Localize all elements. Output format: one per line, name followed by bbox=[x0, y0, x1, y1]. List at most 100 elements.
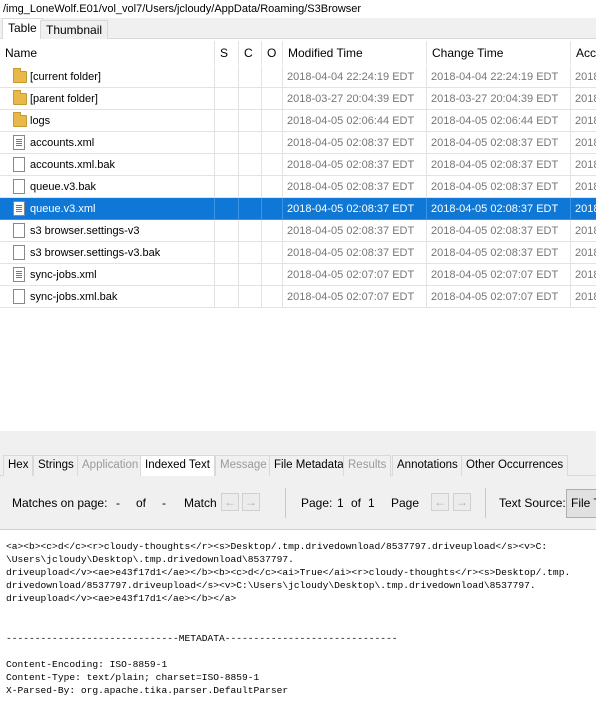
page-label: Page: bbox=[301, 496, 333, 510]
table-row[interactable]: queue.v3.bak 2018-04-05 02:08:37 EDT 2018-… bbox=[0, 176, 596, 198]
table-row[interactable]: accounts.xml 2018-04-05 02:08:37 EDT 2018-… bbox=[0, 132, 596, 154]
toolbar-separator bbox=[485, 488, 486, 518]
modified-time-cell: 2018-04-05 02:07:07 EDT bbox=[283, 264, 427, 286]
c-cell bbox=[239, 264, 262, 286]
o-cell bbox=[262, 132, 283, 154]
s-cell bbox=[215, 286, 239, 308]
c-cell bbox=[239, 220, 262, 242]
tab-hex[interactable]: Hex bbox=[3, 455, 34, 476]
next-match-arrow-icon[interactable]: → bbox=[242, 493, 260, 511]
column-header-s[interactable]: S bbox=[215, 41, 239, 65]
c-cell bbox=[239, 242, 262, 264]
column-header-access-time[interactable]: Access bbox=[571, 41, 596, 65]
match-toolbar: Matches on page: - of - Match ← → Page: … bbox=[0, 476, 596, 530]
page-current-value: 1 bbox=[337, 496, 344, 510]
page-of-label: of bbox=[351, 496, 362, 510]
c-cell bbox=[239, 132, 262, 154]
tab-table[interactable]: Table bbox=[2, 18, 43, 39]
column-header-name[interactable]: Name bbox=[0, 41, 215, 65]
table-row[interactable]: accounts.xml.bak 2018-04-05 02:08:37 EDT 2… bbox=[0, 154, 596, 176]
access-time-cell: 2018 bbox=[571, 220, 596, 242]
change-time-cell: 2018-04-05 02:08:37 EDT bbox=[427, 198, 571, 220]
change-time-cell: 2018-03-27 20:04:39 EDT bbox=[427, 88, 571, 110]
table-row[interactable]: sync-jobs.xml.bak 2018-04-05 02:07:07 EDT… bbox=[0, 286, 596, 308]
file-name-label: s3 browser.settings-v3 bbox=[30, 225, 140, 237]
column-header-c[interactable]: C bbox=[239, 41, 262, 65]
text-source-dropdown[interactable]: File Text bbox=[566, 489, 596, 518]
modified-time-cell: 2018-04-05 02:08:37 EDT bbox=[283, 176, 427, 198]
tab-file-metadata[interactable]: File Metadata bbox=[269, 455, 349, 476]
name-cell[interactable]: sync-jobs.xml.bak bbox=[0, 286, 215, 308]
s-cell bbox=[215, 132, 239, 154]
s-cell bbox=[215, 198, 239, 220]
column-header-change-time[interactable]: Change Time bbox=[427, 41, 571, 65]
o-cell bbox=[262, 88, 283, 110]
name-cell[interactable]: s3 browser.settings-v3 bbox=[0, 220, 215, 242]
column-header-modified-time[interactable]: Modified Time bbox=[283, 41, 427, 65]
s-cell bbox=[215, 66, 239, 88]
access-time-cell: 2018 bbox=[571, 242, 596, 264]
tab-other-occurrences[interactable]: Other Occurrences bbox=[461, 455, 569, 476]
toolbar-separator bbox=[285, 488, 286, 518]
access-time-cell: 2018 bbox=[571, 66, 596, 88]
change-time-cell: 2018-04-05 02:06:44 EDT bbox=[427, 110, 571, 132]
text-file-icon bbox=[13, 267, 25, 282]
file-name-label: queue.v3.bak bbox=[30, 181, 97, 193]
table-row[interactable]: logs 2018-04-05 02:06:44 EDT 2018-04-05 02… bbox=[0, 110, 596, 132]
text-file-icon bbox=[13, 135, 25, 150]
folder-icon bbox=[13, 68, 27, 83]
tab-strings[interactable]: Strings bbox=[33, 455, 79, 476]
name-cell[interactable]: sync-jobs.xml bbox=[0, 264, 215, 286]
table-row[interactable]: sync-jobs.xml 2018-04-05 02:07:07 EDT 2018… bbox=[0, 264, 596, 286]
tab-thumbnail[interactable]: Thumbnail bbox=[40, 20, 109, 39]
modified-time-cell: 2018-04-05 02:08:37 EDT bbox=[283, 132, 427, 154]
tab-indexed-text[interactable]: Indexed Text bbox=[140, 455, 216, 476]
name-cell[interactable]: [parent folder] bbox=[0, 88, 215, 110]
table-row[interactable]: [current folder] 2018-04-04 22:24:19 EDT 2… bbox=[0, 66, 596, 88]
name-cell[interactable]: accounts.xml.bak bbox=[0, 154, 215, 176]
next-page-arrow-icon[interactable]: → bbox=[453, 493, 471, 511]
file-icon bbox=[13, 245, 25, 260]
text-source-label: Text Source: bbox=[499, 496, 566, 510]
matches-total-value: - bbox=[162, 496, 166, 510]
table-row[interactable]: queue.v3.xml 2018-04-05 02:08:37 EDT 2018-… bbox=[0, 198, 596, 220]
tab-application[interactable]: Application bbox=[77, 455, 144, 476]
text-file-icon bbox=[13, 201, 25, 216]
name-cell[interactable]: queue.v3.bak bbox=[0, 176, 215, 198]
o-cell bbox=[262, 176, 283, 198]
name-cell[interactable]: accounts.xml bbox=[0, 132, 215, 154]
detail-tabs: Hex Strings Application Indexed Text Mes… bbox=[0, 454, 596, 476]
c-cell bbox=[239, 198, 262, 220]
previous-match-arrow-icon[interactable]: ← bbox=[221, 493, 239, 511]
file-icon bbox=[13, 157, 25, 172]
file-name-label: accounts.xml bbox=[30, 137, 95, 149]
file-name-label: s3 browser.settings-v3.bak bbox=[30, 247, 161, 259]
o-cell bbox=[262, 242, 283, 264]
tab-annotations[interactable]: Annotations bbox=[392, 455, 463, 476]
modified-time-cell: 2018-04-05 02:08:37 EDT bbox=[283, 242, 427, 264]
name-cell[interactable]: queue.v3.xml bbox=[0, 198, 215, 220]
table-row[interactable]: s3 browser.settings-v3 2018-04-05 02:08:3… bbox=[0, 220, 596, 242]
file-name-label: sync-jobs.xml bbox=[30, 269, 97, 281]
file-icon bbox=[13, 179, 25, 194]
name-cell[interactable]: s3 browser.settings-v3.bak bbox=[0, 242, 215, 264]
s-cell bbox=[215, 220, 239, 242]
c-cell bbox=[239, 88, 262, 110]
tab-results[interactable]: Results bbox=[343, 455, 392, 476]
table-header: Name S C O Modified Time Change Time Acc… bbox=[0, 41, 596, 65]
table-row[interactable]: [parent folder] 2018-03-27 20:04:39 EDT 20… bbox=[0, 88, 596, 110]
table-row[interactable]: s3 browser.settings-v3.bak 2018-04-05 02:… bbox=[0, 242, 596, 264]
tab-message[interactable]: Message bbox=[215, 455, 272, 476]
o-cell bbox=[262, 264, 283, 286]
access-time-cell: 2018 bbox=[571, 176, 596, 198]
name-cell[interactable]: [current folder] bbox=[0, 66, 215, 88]
c-cell bbox=[239, 154, 262, 176]
access-time-cell: 2018 bbox=[571, 132, 596, 154]
c-cell bbox=[239, 286, 262, 308]
change-time-cell: 2018-04-05 02:08:37 EDT bbox=[427, 242, 571, 264]
o-cell bbox=[262, 220, 283, 242]
column-header-o[interactable]: O bbox=[262, 41, 283, 65]
o-cell bbox=[262, 198, 283, 220]
name-cell[interactable]: logs bbox=[0, 110, 215, 132]
previous-page-arrow-icon[interactable]: ← bbox=[431, 493, 449, 511]
